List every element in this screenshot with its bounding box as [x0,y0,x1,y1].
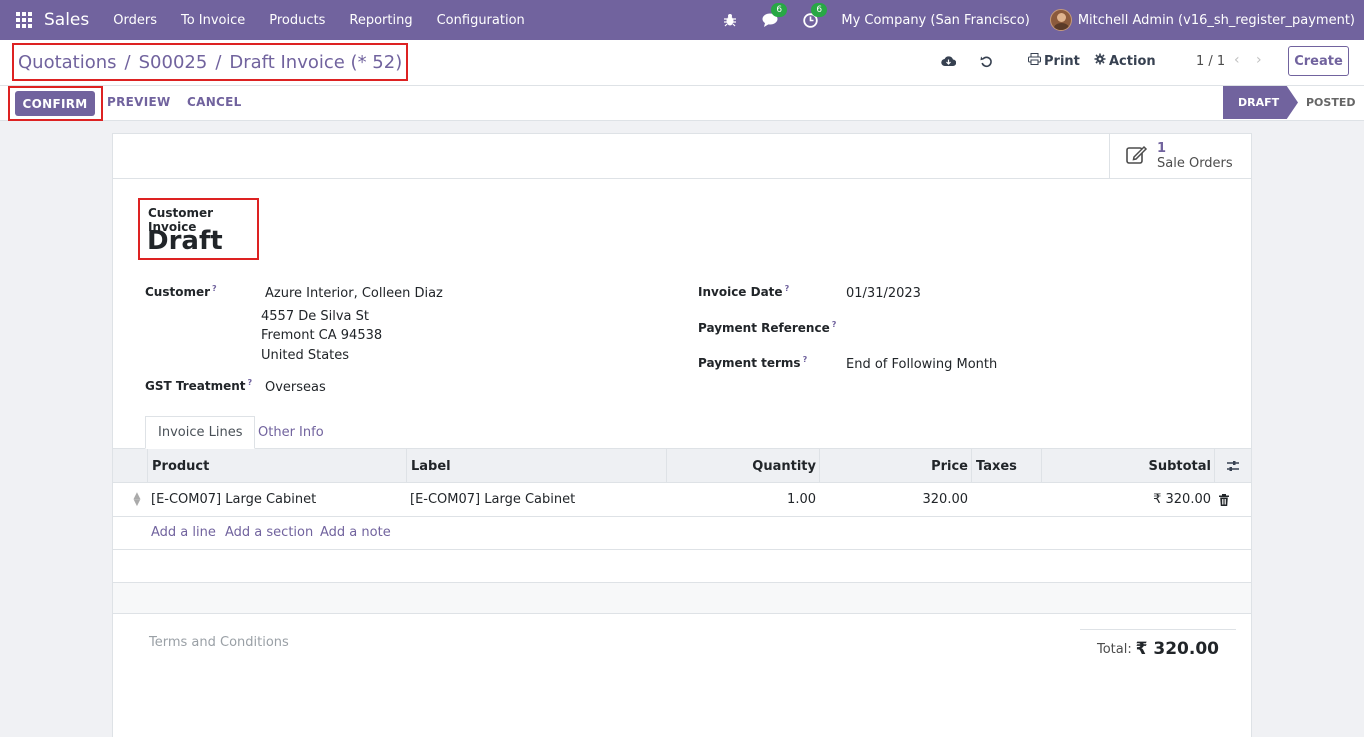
help-icon[interactable]: ? [248,378,253,387]
col-quantity[interactable]: Quantity [666,449,820,483]
terms-conditions-field[interactable]: Terms and Conditions [149,635,289,650]
delete-trash-icon[interactable] [1216,483,1232,516]
col-label[interactable]: Label [406,449,667,483]
row-subtotal: ₹ 320.00 [1153,492,1211,507]
activities-badge: 6 [811,3,828,17]
row-taxes[interactable] [975,483,1041,516]
control-panel: Quotations / S00025 / Draft Invoice (* 5… [0,40,1364,86]
stage-draft[interactable]: DRAFT [1223,86,1298,119]
confirm-button[interactable]: CONFIRM [15,91,95,116]
preview-button[interactable]: PREVIEW [107,95,171,109]
add-section-link[interactable]: Add a section [225,525,313,540]
drag-handle-icon[interactable]: ▲ ▼ [131,483,143,516]
activities-clock-icon[interactable]: 6 [801,3,828,29]
stage-posted[interactable]: POSTED [1306,96,1355,109]
address-line-1: 4557 De Silva St [261,309,369,324]
sale-orders-count: 1 [1157,141,1167,156]
invoice-state-title: Draft [147,226,223,256]
table-row[interactable]: ▲ ▼ [E-COM07] Large Cabinet [E-COM07] Lar… [113,483,1251,517]
edit-pencil-icon [1126,144,1148,166]
gst-treatment-field[interactable]: Overseas [265,380,326,395]
sale-orders-smart-button[interactable]: 1 Sale Orders [1109,134,1251,178]
breadcrumb-separator: / [215,51,222,73]
row-label[interactable]: [E-COM07] Large Cabinet [410,483,665,516]
status-bar: CONFIRM PREVIEW CANCEL DRAFT POSTED [0,86,1364,121]
totals-box: Total: ₹ 320.00 [1080,629,1236,669]
gst-treatment-label: GST Treatment? [145,378,253,393]
col-taxes[interactable]: Taxes [971,449,1042,483]
invoice-lines-header: Product Label Quantity Price Taxes Subto… [113,448,1251,483]
customer-field[interactable]: Azure Interior, Colleen Diaz [265,286,443,301]
customer-label: Customer? [145,284,217,299]
row-price[interactable]: 320.00 [819,483,969,516]
print-button[interactable]: Print [1028,53,1080,69]
app-brand[interactable]: Sales [44,10,89,30]
menu-reporting[interactable]: Reporting [349,13,412,28]
pager-next-icon[interactable]: › [1256,52,1262,68]
col-product[interactable]: Product [147,449,407,483]
col-subtotal[interactable]: Subtotal [1041,449,1215,483]
menu-configuration[interactable]: Configuration [437,13,525,28]
pager-value[interactable]: 1 / 1 [1196,54,1225,69]
discard-undo-icon[interactable] [978,53,994,69]
invoice-title-highlight: Customer Invoice Draft [138,198,259,260]
help-icon[interactable]: ? [832,320,837,329]
help-icon[interactable]: ? [212,284,217,293]
menu-orders[interactable]: Orders [113,13,157,28]
payment-terms-field[interactable]: End of Following Month [846,357,997,372]
cancel-button[interactable]: CANCEL [187,95,242,109]
empty-row [113,550,1251,583]
total-value: ₹ 320.00 [1135,639,1219,659]
col-price[interactable]: Price [819,449,972,483]
confirm-highlight: CONFIRM [8,86,103,121]
help-icon[interactable]: ? [785,284,790,293]
breadcrumb: Quotations / S00025 / Draft Invoice (* 5… [12,43,409,81]
menu-to-invoice[interactable]: To Invoice [181,13,245,28]
optional-columns-icon[interactable] [1214,449,1251,483]
row-product[interactable]: [E-COM07] Large Cabinet [151,483,406,516]
add-line-link[interactable]: Add a line [151,525,216,540]
form-sheet: 1 Sale Orders Customer Invoice Draft Cus… [112,133,1252,737]
messages-icon[interactable]: 6 [761,3,788,29]
payment-terms-label: Payment terms? [698,355,808,370]
tab-invoice-lines[interactable]: Invoice Lines [145,416,256,449]
payment-reference-label: Payment Reference? [698,320,837,335]
address-line-2: Fremont CA 94538 [261,328,383,343]
breadcrumb-order[interactable]: S00025 [139,52,208,73]
action-button[interactable]: Action [1094,53,1156,69]
breadcrumb-current: Draft Invoice (* 52) [229,51,403,73]
sale-orders-label: Sale Orders [1157,156,1233,171]
pager-previous-icon[interactable]: ‹ [1234,52,1240,68]
invoice-date-field[interactable]: 01/31/2023 [846,286,921,301]
table-footer [113,583,1251,614]
add-line-row: Add a line Add a section Add a note [113,517,1251,550]
top-navbar: Sales Orders To Invoice Products Reporti… [0,0,1364,40]
help-icon[interactable]: ? [803,355,808,364]
menu-products[interactable]: Products [269,13,325,28]
apps-menu-icon[interactable] [16,12,32,28]
messages-badge: 6 [771,3,788,17]
add-note-link[interactable]: Add a note [320,525,391,540]
create-button[interactable]: Create [1288,46,1349,76]
breadcrumb-separator: / [124,51,131,73]
address-line-3: United States [261,348,350,363]
company-switcher[interactable]: My Company (San Francisco) [841,13,1029,28]
action-label: Action [1109,53,1156,69]
tab-other-info[interactable]: Other Info [246,416,336,449]
print-icon [1028,53,1041,69]
print-label: Print [1044,53,1080,69]
save-cloud-icon[interactable] [940,53,956,69]
user-menu[interactable]: Mitchell Admin (v16_sh_register_payment) [1078,13,1355,28]
invoice-date-label: Invoice Date? [698,284,790,299]
total-label: Total: [1097,642,1132,657]
row-quantity[interactable]: 1.00 [666,483,816,516]
breadcrumb-quotations[interactable]: Quotations [18,52,117,73]
debug-bug-icon[interactable] [721,11,739,29]
gear-icon [1094,53,1106,69]
smart-button-box: 1 Sale Orders [113,134,1251,179]
user-avatar[interactable] [1049,9,1072,31]
